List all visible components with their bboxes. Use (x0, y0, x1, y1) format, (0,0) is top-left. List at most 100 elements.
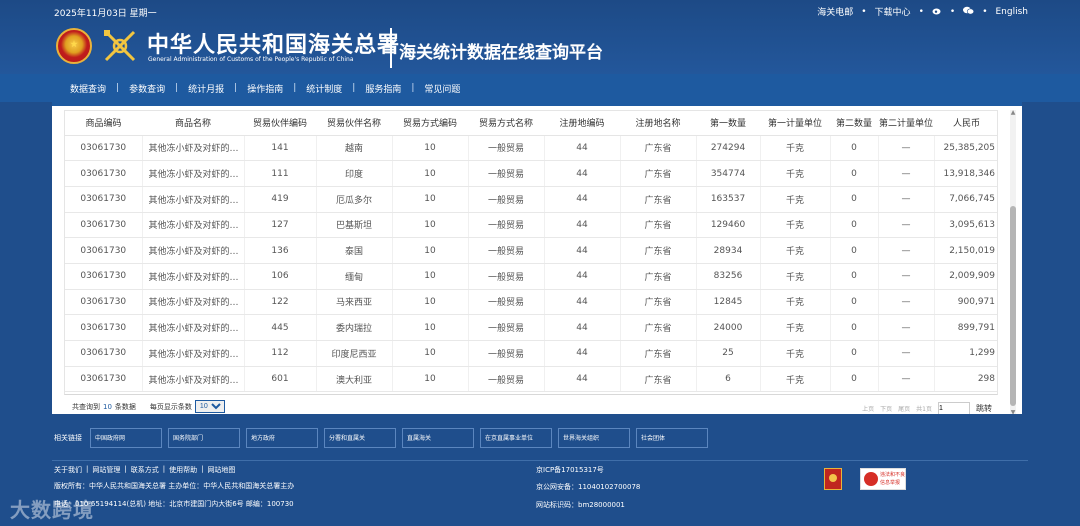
nav-param-query[interactable]: 参数查询 (119, 82, 175, 95)
table-cell: 广东省 (619, 237, 696, 264)
english-link[interactable]: English (996, 7, 1029, 17)
related-link-box[interactable]: 分署和直属关 (324, 428, 396, 448)
col-header[interactable]: 贸易方式编码 (392, 111, 468, 136)
related-link-box[interactable]: 地方政府 (246, 428, 318, 448)
table-cell: 印度 (315, 160, 392, 187)
site-header: 2025年11月03日 星期一 海关电邮 • 下载中心 • • • Englis… (0, 0, 1080, 74)
table-cell: 03061730 (65, 186, 142, 213)
vertical-scrollbar[interactable]: ▲ ▼ (1010, 110, 1016, 414)
table-row[interactable]: 03061730 其他冻小虾及对虾的虾... 106 缅甸 10 一般贸易 44 广东省 832… (65, 263, 997, 290)
table-cell: 10 (391, 263, 468, 290)
nav-guide[interactable]: 操作指南 (237, 82, 293, 95)
nav-faq[interactable]: 常见问题 (414, 82, 470, 95)
table-cell: 298 (933, 366, 997, 393)
related-links: 相关链接 中国政府网 国务院部门 地方政府 分署和直属关 直属海关 在京直属事业… (54, 428, 708, 448)
nav-monthly-report[interactable]: 统计月报 (178, 82, 234, 95)
table-row[interactable]: 03061730 其他冻小虾及对虾的虾... 136 泰国 10 一般贸易 44 广东省 289… (65, 237, 997, 264)
table-cell: 03061730 (65, 237, 142, 264)
report-text: 违法和不良信息举报 (880, 472, 906, 486)
related-link-box[interactable]: 世界海关组织 (558, 428, 630, 448)
footer-icp[interactable]: 京ICP备17015317号 (536, 465, 604, 475)
table-cell: 3,095,613 (933, 212, 997, 239)
col-header[interactable]: 第二计量单位 (878, 111, 934, 136)
table-cell: 广东省 (619, 366, 696, 393)
table-cell: 03061730 (65, 135, 142, 162)
col-header[interactable]: 第二数量 (830, 111, 878, 136)
results-table-container[interactable]: 商品编码 商品名称 贸易伙伴编码 贸易伙伴名称 贸易方式编码 贸易方式名称 注册… (64, 110, 998, 395)
footer-help-link[interactable]: 使用帮助 (169, 465, 197, 475)
table-row[interactable]: 03061730 其他冻小虾及对虾的虾... 111 印度 10 一般贸易 44 广东省 354… (65, 160, 997, 187)
nav-service[interactable]: 服务指南 (355, 82, 411, 95)
weibo-icon[interactable] (932, 6, 942, 18)
table-cell: 广东省 (619, 263, 696, 290)
table-cell: 03061730 (65, 263, 142, 290)
col-header[interactable]: 贸易伙伴名称 (316, 111, 392, 136)
col-header[interactable]: 第一计量单位 (760, 111, 830, 136)
related-link-box[interactable]: 中国政府网 (90, 428, 162, 448)
nav-data-query[interactable]: 数据查询 (60, 82, 116, 95)
table-row[interactable]: 03061730 其他冻小虾及对虾的虾... 601 澳大利亚 10 一般贸易 44 广东省 6… (65, 366, 997, 393)
col-header[interactable]: 商品名称 (142, 111, 244, 136)
table-cell: 601 (243, 366, 316, 393)
report-badge[interactable]: 违法和不良信息举报 (860, 468, 906, 490)
table-cell: — (877, 186, 934, 213)
table-cell: 千克 (759, 237, 830, 264)
table-row[interactable]: 03061730 其他冻小虾及对虾的虾... 122 马来西亚 10 一般贸易 44 广东省 1… (65, 289, 997, 316)
footer-about-link[interactable]: 关于我们 (54, 465, 82, 475)
last-page-button[interactable]: 尾页 (898, 404, 910, 413)
customs-email-link[interactable]: 海关电邮 (817, 5, 853, 18)
related-link-box[interactable]: 直属海关 (402, 428, 474, 448)
col-header[interactable]: 贸易伙伴编码 (244, 111, 316, 136)
footer-public-security[interactable]: 京公网安备：11040102700078 (536, 482, 640, 492)
download-center-link[interactable]: 下载中心 (875, 5, 911, 18)
nav-system[interactable]: 统计制度 (296, 82, 352, 95)
table-cell: 其他冻小虾及对虾的虾... (141, 314, 244, 341)
footer-nav: 关于我们 | 网站管理 | 联系方式 | 使用帮助 | 网站地图 (54, 465, 236, 475)
scrollbar-thumb[interactable] (1010, 206, 1016, 406)
table-cell: 其他冻小虾及对虾的虾... (141, 263, 244, 290)
party-gov-badge-icon[interactable] (824, 468, 842, 490)
col-header[interactable]: 注册地编码 (544, 111, 620, 136)
next-page-button[interactable]: 下页 (880, 404, 892, 413)
table-cell: 136 (243, 237, 316, 264)
table-cell: — (877, 263, 934, 290)
table-row[interactable]: 03061730 其他冻小虾及对虾的虾... 141 越南 10 一般贸易 44 广东省 274… (65, 135, 997, 162)
table-cell: 其他冻小虾及对虾的虾... (141, 135, 244, 162)
table-cell: 一般贸易 (467, 340, 544, 367)
table-cell: 127 (243, 212, 316, 239)
footer-admin-link[interactable]: 网站管理 (92, 465, 120, 475)
table-row[interactable]: 03061730 其他冻小虾及对虾的虾... 112 印度尼西亚 10 一般贸易 44 广东省… (65, 340, 997, 367)
scroll-up-icon[interactable]: ▲ (1010, 110, 1016, 116)
table-cell: 0 (829, 186, 878, 213)
related-link-box[interactable]: 社会团体 (636, 428, 708, 448)
table-cell: 越南 (315, 135, 392, 162)
table-row[interactable]: 03061730 其他冻小虾及对虾的虾... 127 巴基斯坦 10 一般贸易 44 广东省 1… (65, 212, 997, 239)
table-cell: 千克 (759, 135, 830, 162)
jump-button[interactable]: 跳转 (976, 403, 992, 414)
table-cell: 0 (829, 237, 878, 264)
table-cell: — (877, 160, 934, 187)
table-row[interactable]: 03061730 其他冻小虾及对虾的虾... 419 厄瓜多尔 10 一般贸易 44 广东省 1… (65, 186, 997, 213)
table-cell: 03061730 (65, 366, 142, 393)
wechat-icon[interactable] (963, 6, 975, 18)
footer-sitemap-link[interactable]: 网站地图 (207, 465, 235, 475)
per-page-select[interactable]: 10 (194, 400, 225, 413)
prev-page-button[interactable]: 上页 (862, 404, 874, 413)
table-row[interactable]: 03061730 其他冻小虾及对虾的虾... 445 委内瑞拉 10 一般贸易 44 广东省 2… (65, 314, 997, 341)
col-header[interactable]: 商品编码 (65, 111, 142, 136)
table-cell: 28934 (695, 237, 760, 264)
table-cell: 0 (829, 314, 878, 341)
table-cell: 一般贸易 (467, 237, 544, 264)
related-link-box[interactable]: 国务院部门 (168, 428, 240, 448)
table-cell: 一般贸易 (467, 212, 544, 239)
table-cell: 广东省 (619, 212, 696, 239)
col-header[interactable]: 第一数量 (696, 111, 760, 136)
table-cell: 千克 (759, 160, 830, 187)
related-link-box[interactable]: 在京直属事业单位 (480, 428, 552, 448)
table-cell: 24000 (695, 314, 760, 341)
page-number-input[interactable] (938, 402, 970, 414)
col-header[interactable]: 贸易方式名称 (468, 111, 544, 136)
col-header[interactable]: 注册地名称 (620, 111, 696, 136)
col-header[interactable]: 人民币 (934, 111, 997, 136)
footer-contact-link[interactable]: 联系方式 (131, 465, 159, 475)
